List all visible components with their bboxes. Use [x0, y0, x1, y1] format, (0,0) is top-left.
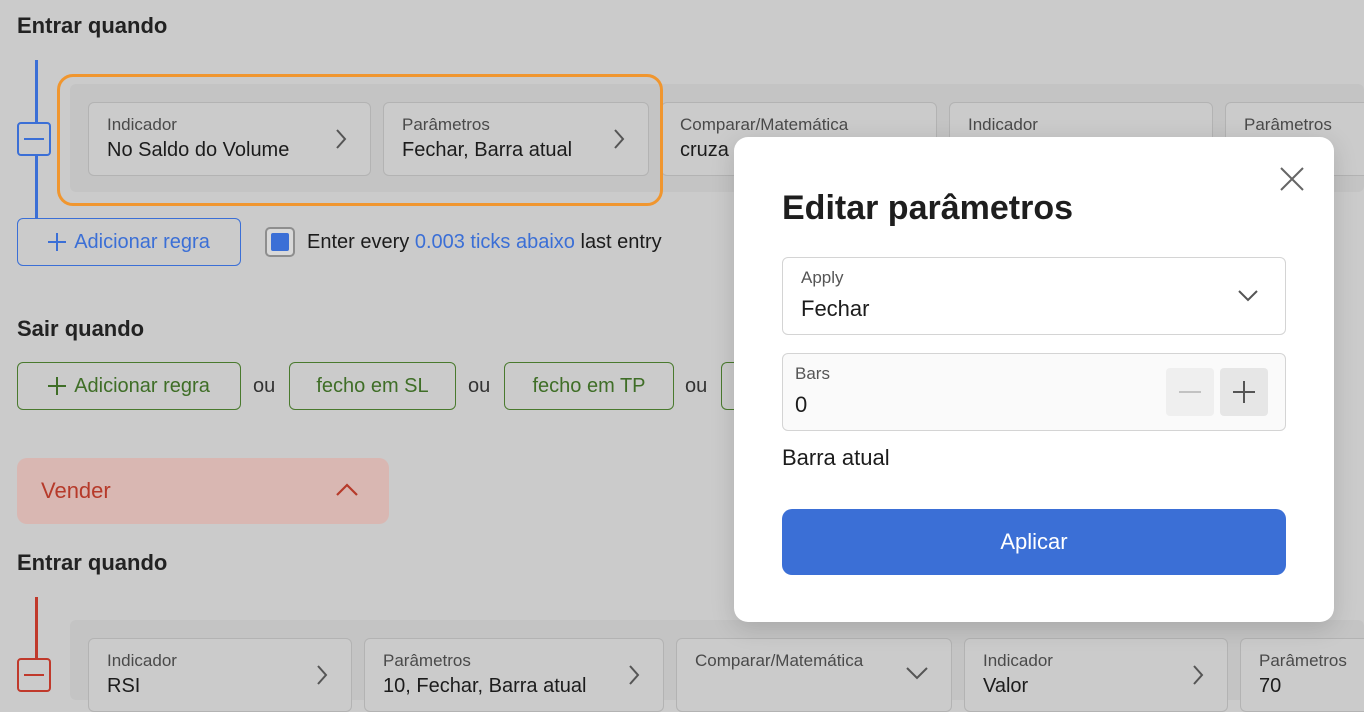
chip-value: Valor: [983, 675, 1029, 697]
sell-enter-title: Entrar quando: [17, 550, 168, 575]
sell-parameters-chip-2[interactable]: Parâmetros 70: [1240, 638, 1364, 712]
close-at-tp-button[interactable]: fecho em TP: [504, 362, 674, 410]
dialog-title: Editar parâmetros: [782, 189, 1073, 227]
checkbox-checked-mark: [271, 233, 289, 251]
edit-parameters-dialog: Editar parâmetros Apply Fechar Bars 0 Ba…: [734, 137, 1334, 622]
apply-label: Apply: [801, 268, 844, 287]
enter-every-prefix: Enter every: [307, 231, 415, 253]
chip-label: Parâmetros: [1244, 115, 1332, 134]
chip-label: Indicador: [107, 651, 177, 670]
minus-icon: [1179, 391, 1201, 393]
chip-label: Indicador: [968, 115, 1038, 134]
sell-rule-rail: [35, 597, 38, 659]
sell-section-header[interactable]: Vender: [17, 458, 389, 524]
close-at-tp-label: fecho em TP: [532, 374, 646, 397]
bars-hint: Barra atual: [782, 445, 890, 470]
chip-value: 70: [1259, 675, 1282, 697]
sell-label: Vender: [41, 478, 111, 503]
chip-label: Comparar/Matemática: [695, 651, 864, 670]
or-label: ou: [253, 375, 276, 397]
chip-label: Comparar/Matemática: [680, 115, 849, 134]
plus-icon: [48, 377, 67, 395]
chip-value: RSI: [107, 675, 141, 697]
chevron-down-icon: [1238, 290, 1258, 302]
plus-icon-vertical: [1243, 381, 1245, 403]
sell-collapse-rule-button[interactable]: [17, 658, 51, 692]
chip-label: Indicador: [983, 651, 1053, 670]
apply-select[interactable]: Apply Fechar: [782, 257, 1286, 335]
chevron-right-icon: [317, 665, 328, 685]
enter-every-text: Enter every 0.003 ticks abaixo last entr…: [307, 231, 662, 254]
add-rule-label: Adicionar regra: [74, 230, 210, 253]
sell-compare-chip[interactable]: Comparar/Matemática: [676, 638, 952, 712]
selected-rule-highlight: [57, 74, 663, 206]
or-label: ou: [468, 375, 491, 397]
chip-label: Parâmetros: [383, 651, 471, 670]
buy-enter-title: Entrar quando: [17, 13, 168, 38]
minus-icon: [24, 674, 44, 676]
chip-value: 10, Fechar, Barra atual: [383, 675, 587, 697]
chevron-right-icon: [629, 665, 640, 685]
decrement-button[interactable]: [1166, 368, 1214, 416]
increment-button[interactable]: [1220, 368, 1268, 416]
plus-icon: [48, 233, 67, 251]
chevron-down-icon: [906, 667, 928, 680]
close-at-sl-label: fecho em SL: [316, 374, 429, 397]
exit-add-rule-button[interactable]: Adicionar regra: [17, 362, 241, 410]
apply-button[interactable]: Aplicar: [782, 509, 1286, 575]
ticks-link[interactable]: 0.003 ticks abaixo: [415, 231, 575, 253]
exit-add-rule-label: Adicionar regra: [74, 374, 210, 397]
apply-value: Fechar: [801, 296, 870, 321]
bars-input[interactable]: Bars 0: [782, 353, 1286, 431]
collapse-rule-button[interactable]: [17, 122, 51, 156]
sell-parameters-chip[interactable]: Parâmetros 10, Fechar, Barra atual: [364, 638, 664, 712]
enter-every-checkbox[interactable]: [265, 227, 295, 257]
chip-label: Parâmetros: [1259, 651, 1347, 670]
chevron-up-icon: [336, 483, 358, 496]
bars-label: Bars: [795, 364, 830, 383]
sell-indicator-chip-2[interactable]: Indicador Valor: [964, 638, 1228, 712]
minus-icon: [24, 138, 44, 140]
exit-title: Sair quando: [17, 316, 145, 341]
close-icon[interactable]: [1278, 165, 1306, 193]
close-at-sl-button[interactable]: fecho em SL: [289, 362, 456, 410]
sell-indicator-chip[interactable]: Indicador RSI: [88, 638, 352, 712]
or-label: ou: [685, 375, 708, 397]
add-rule-button[interactable]: Adicionar regra: [17, 218, 241, 266]
bars-value[interactable]: 0: [795, 392, 807, 418]
chevron-right-icon: [1193, 665, 1204, 685]
enter-every-suffix: last entry: [574, 231, 662, 253]
